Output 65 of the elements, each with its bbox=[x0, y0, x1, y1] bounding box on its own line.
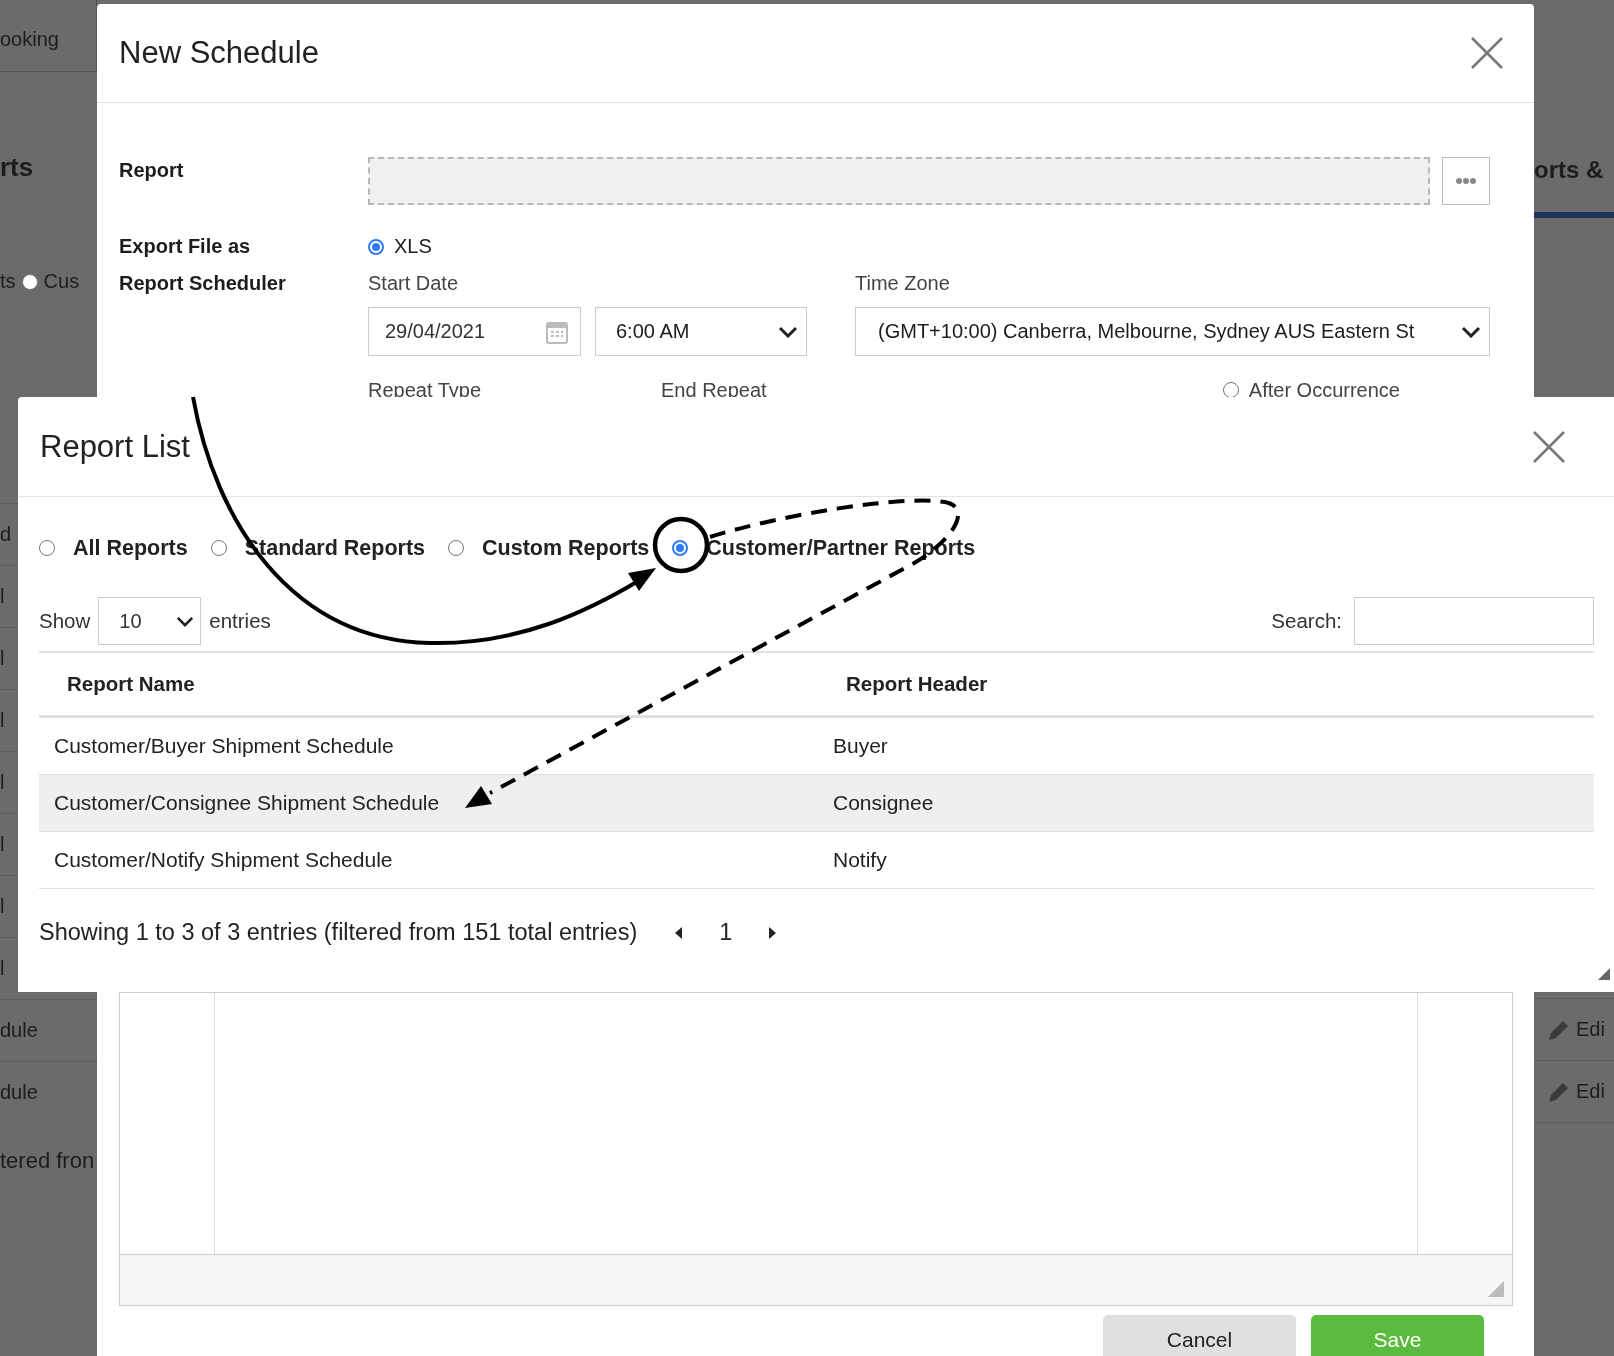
filter-label: ts bbox=[0, 270, 16, 293]
column-header[interactable]: Report Name bbox=[39, 672, 818, 696]
dots-icon bbox=[1455, 177, 1477, 185]
radio-label: Custom Reports bbox=[482, 535, 650, 561]
field-label: End Repeat bbox=[661, 378, 768, 402]
radio-label: XLS bbox=[394, 235, 432, 258]
table-info: Showing 1 to 3 of 3 entries (filtered from 151 total entries) bbox=[39, 919, 638, 946]
table-cell-text: Customer/Consignee Shipment Schedule bbox=[53, 791, 441, 815]
table-cell-text: Customer/Notify Shipment Schedule bbox=[53, 848, 394, 872]
dialog-title: Report List bbox=[40, 428, 190, 465]
dialog-title: New Schedule bbox=[119, 35, 319, 71]
table-cell-text: Consignee bbox=[832, 791, 934, 815]
browse-button[interactable] bbox=[1442, 157, 1490, 205]
table-cell-text: Customer/Buyer Shipment Schedule bbox=[53, 734, 395, 758]
radio-button[interactable] bbox=[1222, 382, 1239, 398]
radio-label: All Reports bbox=[73, 535, 188, 561]
radio-button[interactable] bbox=[39, 540, 55, 556]
report-field[interactable] bbox=[368, 157, 1430, 205]
resize-grip-icon[interactable] bbox=[1488, 1281, 1504, 1297]
table-cell: l bbox=[0, 709, 5, 732]
radio-label: Cus bbox=[43, 270, 80, 293]
radio-button[interactable] bbox=[672, 540, 689, 556]
page-number[interactable]: 1 bbox=[719, 919, 733, 946]
table-cell-text: Buyer bbox=[832, 734, 888, 758]
radio-button[interactable] bbox=[21, 273, 38, 290]
page-heading: rts bbox=[0, 152, 35, 184]
search-field[interactable] bbox=[1354, 597, 1594, 645]
table-cell: d bbox=[0, 523, 12, 546]
table-cell: l bbox=[0, 957, 5, 980]
chevron-down-icon bbox=[778, 325, 798, 338]
radio-label: After Occurrence bbox=[1248, 378, 1400, 402]
table-cell: l bbox=[0, 895, 5, 918]
table-cell: dule bbox=[0, 1081, 38, 1104]
search-label: Search: bbox=[1271, 609, 1342, 633]
field-label: Report bbox=[119, 159, 185, 182]
chevron-down-icon bbox=[1461, 325, 1481, 338]
table-cell: l bbox=[0, 771, 5, 794]
page-length-select[interactable]: 10 bbox=[98, 597, 202, 645]
field-label: Export File as bbox=[119, 235, 252, 258]
field-label: Start Date bbox=[368, 272, 460, 295]
time-zone-select[interactable]: (GMT+10:00) Canberra, Melbourne, Sydney AUS Eastern St bbox=[855, 307, 1490, 356]
date-field[interactable]: 29/04/2021 bbox=[368, 307, 581, 356]
chevron-down-icon bbox=[176, 615, 195, 627]
radio-button[interactable] bbox=[210, 540, 227, 556]
time-select[interactable]: 6:00 AM bbox=[595, 307, 807, 356]
table-cell: l bbox=[0, 833, 5, 856]
table-cell: l bbox=[0, 647, 5, 670]
table-cell: l bbox=[0, 585, 5, 608]
close-icon[interactable] bbox=[1470, 36, 1504, 70]
radio-button[interactable] bbox=[448, 540, 465, 556]
table-cell: dule bbox=[0, 1019, 38, 1042]
previous-page-icon[interactable] bbox=[673, 924, 684, 941]
table-row[interactable]: Customer/Consignee Shipment Schedule Consignee bbox=[39, 775, 1594, 832]
field-label: Report Scheduler bbox=[119, 272, 287, 296]
column-header[interactable]: Report Header bbox=[818, 672, 988, 696]
cancel-button[interactable]: Cancel bbox=[1103, 1315, 1296, 1356]
close-icon[interactable] bbox=[1532, 429, 1566, 464]
radio-button[interactable] bbox=[368, 238, 384, 255]
highlight-circle bbox=[652, 516, 710, 574]
table-cell-text: Notify bbox=[832, 848, 887, 872]
resize-grip-icon[interactable] bbox=[1598, 968, 1610, 980]
table-info: tered fron bbox=[0, 1148, 96, 1174]
field-label: Time Zone bbox=[855, 272, 951, 295]
entries-label: entries bbox=[209, 609, 271, 633]
show-label: Show bbox=[39, 609, 91, 633]
